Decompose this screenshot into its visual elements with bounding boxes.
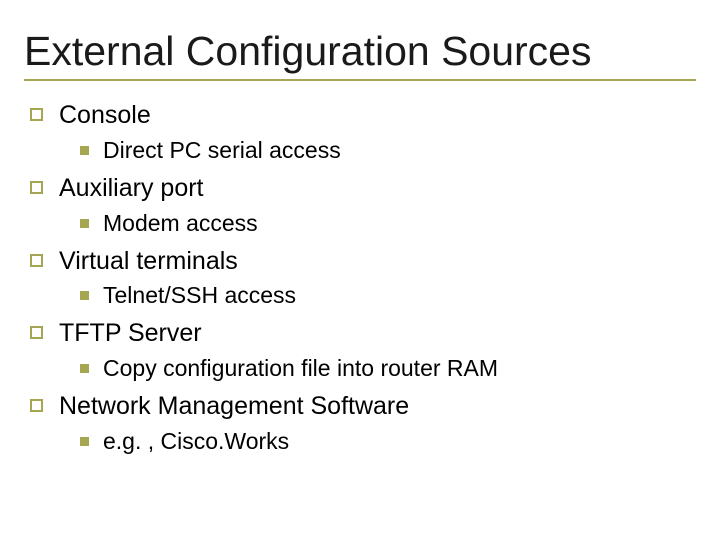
list-subitem-label: Copy configuration file into router RAM: [103, 353, 498, 384]
list-subitem: Telnet/SSH access: [80, 280, 696, 311]
page-title: External Configuration Sources: [24, 28, 696, 75]
list-subitem-label: e.g. , Cisco.Works: [103, 426, 289, 457]
list-item: Console: [30, 99, 696, 133]
square-outline-icon: [30, 254, 43, 267]
list-subitem-label: Direct PC serial access: [103, 135, 341, 166]
list-subitem: Copy configuration file into router RAM: [80, 353, 696, 384]
list-subitem-label: Modem access: [103, 208, 258, 239]
list-subitem: Direct PC serial access: [80, 135, 696, 166]
list-subitem: Modem access: [80, 208, 696, 239]
title-underline: [24, 79, 696, 81]
square-solid-icon: [80, 364, 89, 373]
square-solid-icon: [80, 146, 89, 155]
list-item-label: Auxiliary port: [59, 172, 204, 206]
square-outline-icon: [30, 108, 43, 121]
square-outline-icon: [30, 399, 43, 412]
list-item-label: Network Management Software: [59, 390, 409, 424]
square-solid-icon: [80, 219, 89, 228]
list-item: Virtual terminals: [30, 245, 696, 279]
list-item-label: Virtual terminals: [59, 245, 238, 279]
square-solid-icon: [80, 291, 89, 300]
square-solid-icon: [80, 437, 89, 446]
square-outline-icon: [30, 181, 43, 194]
list-item: Network Management Software: [30, 390, 696, 424]
list-subitem-label: Telnet/SSH access: [103, 280, 296, 311]
list-item: TFTP Server: [30, 317, 696, 351]
list-item-label: TFTP Server: [59, 317, 202, 351]
content: Console Direct PC serial access Auxiliar…: [24, 99, 696, 457]
list-item-label: Console: [59, 99, 151, 133]
list-item: Auxiliary port: [30, 172, 696, 206]
slide: External Configuration Sources Console D…: [0, 0, 720, 540]
square-outline-icon: [30, 326, 43, 339]
list-subitem: e.g. , Cisco.Works: [80, 426, 696, 457]
